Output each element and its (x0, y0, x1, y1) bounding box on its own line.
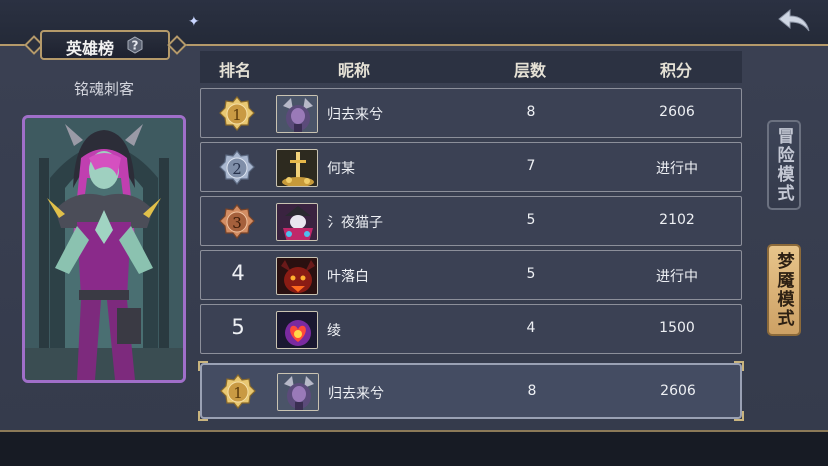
leaderboard-header: 排名 昵称 层数 积分 (200, 51, 742, 83)
player-floors: 8 (526, 104, 536, 120)
leaderboard-row[interactable]: 3 氵夜猫子 5 2102 (200, 196, 742, 246)
character-portrait[interactable] (22, 115, 186, 383)
bottom-strip (0, 432, 828, 466)
corner-ornament (198, 361, 208, 371)
character-name: 铭魂刺客 (73, 80, 134, 98)
header-nickname: 昵称 (337, 61, 371, 80)
corner-ornament (198, 411, 208, 421)
back-button[interactable] (772, 4, 816, 38)
rank-number: 5 (231, 315, 245, 339)
svg-text:1: 1 (232, 106, 242, 124)
player-score: 1500 (659, 320, 695, 336)
leaderboard-row[interactable]: 2 何某 7 进行中 (200, 142, 742, 192)
ornament-right (167, 35, 187, 55)
player-nickname: 归去来兮 (327, 107, 383, 123)
player-nickname: 归去来兮 (328, 386, 384, 402)
title-plate: 英雄榜 ? (24, 30, 187, 60)
player-floors: 4 (526, 320, 536, 336)
player-avatar (276, 203, 318, 241)
player-score: 进行中 (656, 269, 698, 285)
player-floors: 8 (527, 383, 537, 399)
player-score: 2102 (659, 212, 695, 228)
question-icon[interactable]: ? (126, 36, 144, 54)
player-avatar (276, 95, 318, 133)
silver-rank-badge-icon: 2 (219, 150, 255, 185)
player-nickname: 绫 (327, 323, 341, 339)
corner-ornament (734, 361, 744, 371)
player-floors: 5 (526, 266, 536, 282)
gold-rank-badge-icon: 1 (219, 96, 255, 131)
svg-text:1: 1 (233, 384, 243, 402)
svg-text:?: ? (132, 39, 139, 53)
page-title: 英雄榜 (66, 39, 115, 58)
header-floors: 层数 (513, 61, 547, 80)
back-arrow-icon (778, 8, 810, 32)
star-icon: ✦ (188, 14, 200, 30)
player-avatar (276, 257, 318, 295)
header-score: 积分 (659, 61, 693, 80)
player-avatar (276, 149, 318, 187)
svg-text:3: 3 (232, 214, 242, 232)
player-nickname: 氵夜猫子 (327, 215, 383, 231)
player-avatar (276, 311, 318, 349)
svg-text:2: 2 (232, 160, 242, 178)
header-rank: 排名 (218, 61, 252, 80)
player-nickname: 叶落白 (327, 269, 369, 285)
gold-rank-badge-icon: 1 (220, 374, 256, 409)
rank-number: 4 (231, 261, 245, 285)
player-score: 2606 (659, 104, 695, 120)
leaderboard-row[interactable]: 1 归去来兮 8 2606 (200, 88, 742, 138)
corner-ornament (734, 411, 744, 421)
assassin-illustration (25, 118, 183, 380)
player-floors: 7 (526, 158, 536, 174)
nightmare-mode-button[interactable]: 梦魇模式 (767, 244, 801, 336)
player-score: 2606 (660, 383, 696, 399)
player-avatar (277, 373, 319, 411)
player-nickname: 何某 (327, 161, 355, 177)
player-floors: 5 (526, 212, 536, 228)
player-score: 进行中 (656, 161, 698, 177)
my-rank-row[interactable]: 1 归去来兮 8 2606 (198, 361, 744, 421)
bronze-rank-badge-icon: 3 (219, 204, 255, 239)
leaderboard-row[interactable]: 5 绫 4 1500 (200, 304, 742, 354)
leaderboard-row[interactable]: 4 叶落白 5 进行中 (200, 250, 742, 300)
adventure-mode-button[interactable]: 冒险模式 (767, 120, 801, 210)
